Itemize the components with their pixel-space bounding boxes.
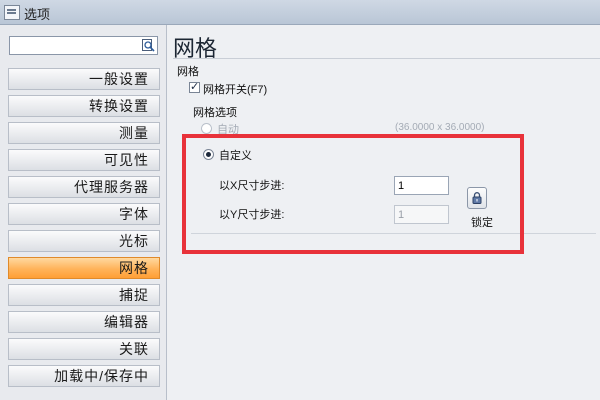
group-divider <box>191 233 596 234</box>
custom-radio[interactable] <box>203 149 214 160</box>
title-bar: 选项 <box>0 0 600 25</box>
sidebar-item[interactable]: 编辑器 <box>8 311 160 333</box>
grid-toggle-checkbox[interactable] <box>189 80 200 93</box>
window-title: 选项 <box>24 7 51 22</box>
sidebar-item[interactable]: 转换设置 <box>8 95 160 117</box>
y-step-label: 以Y尺寸步进: <box>219 209 285 221</box>
options-sidebar: 一般设置转换设置测量可见性代理服务器字体光标网格捕捉编辑器关联加载中/保存中 <box>0 25 167 400</box>
auto-grid-size: (36.0000 x 36.0000) <box>395 122 485 133</box>
x-step-label: 以X尺寸步进: <box>219 180 285 192</box>
title-divider <box>173 58 600 59</box>
sidebar-item[interactable]: 关联 <box>8 338 160 360</box>
search-icon[interactable] <box>142 39 155 52</box>
section-label: 网格 <box>177 66 199 78</box>
padlock-icon <box>472 192 482 204</box>
custom-label[interactable]: 自定义 <box>219 147 252 163</box>
sidebar-item[interactable]: 加载中/保存中 <box>8 365 160 387</box>
grid-options-group-label: 网格选项 <box>193 107 237 119</box>
category-list: 一般设置转换设置测量可见性代理服务器字体光标网格捕捉编辑器关联加载中/保存中 <box>8 68 160 392</box>
sidebar-item[interactable]: 字体 <box>8 203 160 225</box>
window-icon <box>4 5 20 20</box>
lock-label: 锁定 <box>471 217 493 229</box>
sidebar-item[interactable]: 测量 <box>8 122 160 144</box>
grid-toggle-label[interactable]: 网格开关(F7) <box>203 81 267 97</box>
sidebar-item[interactable]: 捕捉 <box>8 284 160 306</box>
search-input[interactable] <box>12 38 141 55</box>
x-step-input[interactable] <box>394 176 449 195</box>
sidebar-item[interactable]: 可见性 <box>8 149 160 171</box>
search-box[interactable] <box>9 36 158 55</box>
sidebar-item[interactable]: 网格 <box>8 257 160 279</box>
auto-radio[interactable] <box>201 123 212 134</box>
auto-label[interactable]: 自动 <box>217 121 239 137</box>
sidebar-item[interactable]: 代理服务器 <box>8 176 160 198</box>
grid-settings-panel: 网格 网格 网格开关(F7) 网格选项 自动 (36.0000 x 36.000… <box>167 25 600 400</box>
lock-button[interactable] <box>467 187 487 209</box>
sidebar-item[interactable]: 光标 <box>8 230 160 252</box>
sidebar-item[interactable]: 一般设置 <box>8 68 160 90</box>
y-step-input[interactable] <box>394 205 449 224</box>
